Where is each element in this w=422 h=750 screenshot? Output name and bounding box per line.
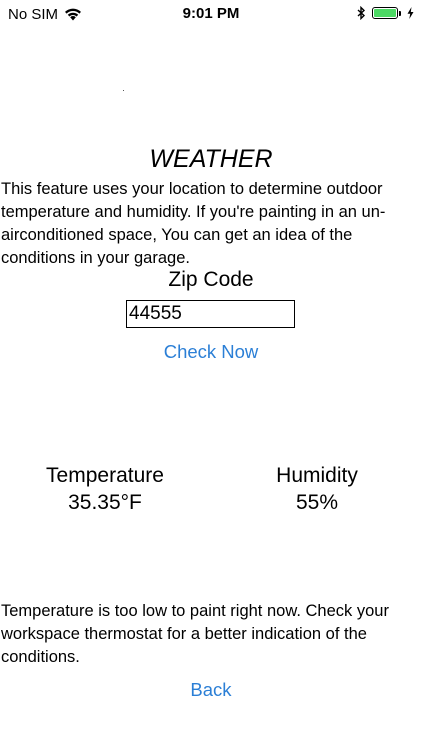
bluetooth-icon [357,6,366,20]
battery-cap [399,10,401,16]
battery-icon [372,7,398,19]
humidity-block: Humidity 55% [232,462,402,516]
temperature-label: Temperature [46,464,164,487]
charging-bolt-icon [407,7,414,19]
check-now-button[interactable]: Check Now [0,341,422,363]
status-right [357,6,414,20]
back-button[interactable]: Back [0,679,422,701]
humidity-label: Humidity [276,464,358,487]
temperature-value: 35.35°F [68,491,142,514]
temperature-block: Temperature 35.35°F [20,462,190,516]
decorative-dot [123,90,124,91]
battery-fill [374,9,396,17]
zip-code-label: Zip Code [168,268,254,291]
zip-code-input[interactable] [126,300,295,328]
status-message: Temperature is too low to paint right no… [1,602,389,666]
intro-text: This feature uses your location to deter… [1,180,386,267]
status-bar: No SIM 9:01 PM [0,0,422,30]
humidity-value: 55% [295,491,339,514]
page-title: WEATHER [149,145,273,173]
